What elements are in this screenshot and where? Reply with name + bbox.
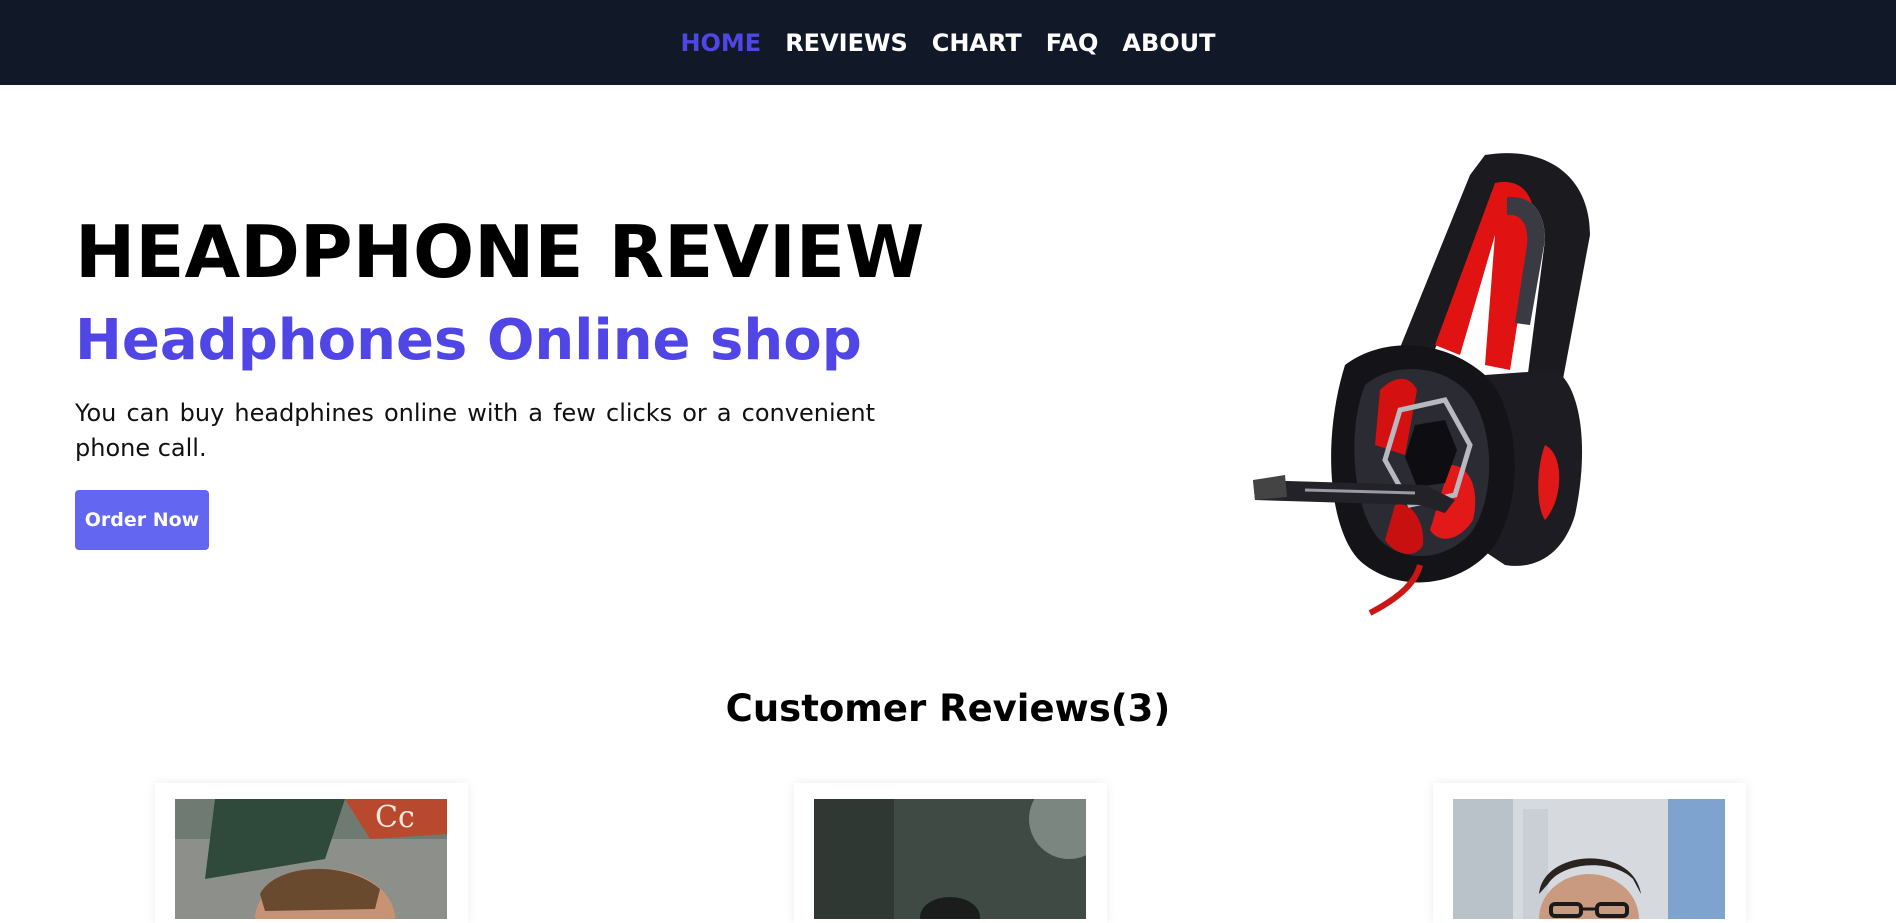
svg-text:Cc: Cc <box>375 800 415 835</box>
hero-subtitle: Headphones Online shop <box>75 308 862 373</box>
top-navbar: HOME REVIEWS CHART FAQ ABOUT <box>0 0 1896 85</box>
review-card <box>794 783 1107 923</box>
reviewer-photo: Cc <box>175 799 447 919</box>
customer-reviews-heading: Customer Reviews(3) <box>725 687 1171 730</box>
review-card <box>1433 783 1746 923</box>
order-now-button[interactable]: Order Now <box>75 490 209 550</box>
nav-reviews-link[interactable]: REVIEWS <box>785 29 908 57</box>
nav-home-link[interactable]: HOME <box>680 29 761 57</box>
hero-title: HEADPHONE REVIEW <box>75 210 925 294</box>
reviewer-photo <box>1453 799 1725 919</box>
reviewer-photo <box>814 799 1086 919</box>
nav-faq-link[interactable]: FAQ <box>1046 29 1099 57</box>
review-card: Cc <box>155 783 468 923</box>
hero-description: You can buy headphines online with a few… <box>75 399 875 462</box>
nav-about-link[interactable]: ABOUT <box>1122 29 1215 57</box>
nav-chart-link[interactable]: CHART <box>932 29 1022 57</box>
headphone-image <box>1245 145 1615 620</box>
